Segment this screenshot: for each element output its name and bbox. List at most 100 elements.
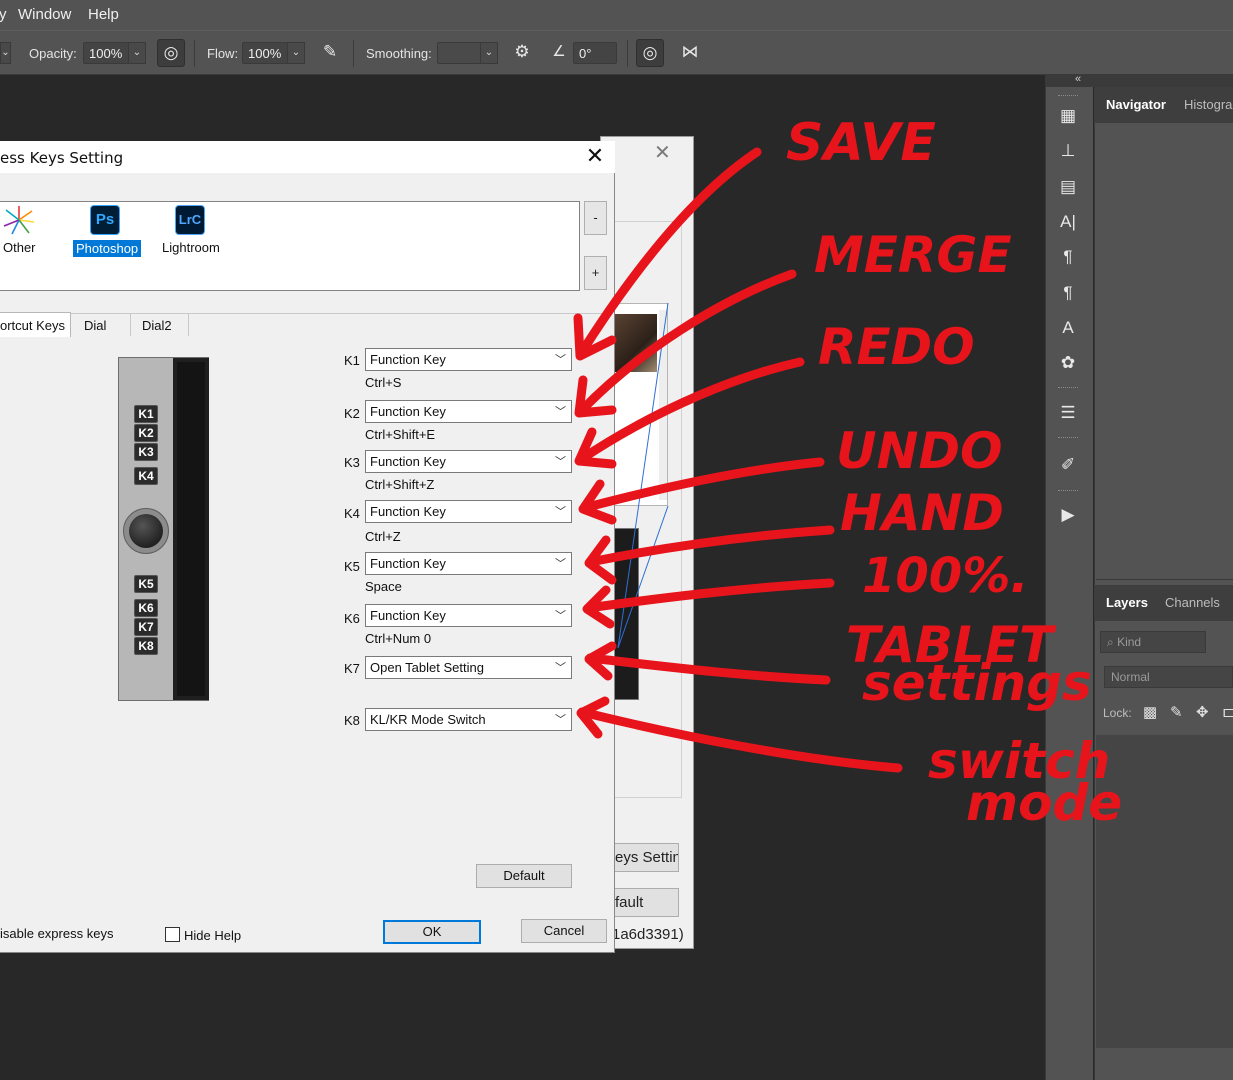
key-action-value: Function Key: [370, 404, 446, 419]
hide-help-label[interactable]: Hide Help: [184, 928, 241, 943]
adjustments-sliders-icon[interactable]: ☰: [1055, 401, 1081, 425]
flow-label: Flow:: [207, 46, 239, 61]
key-label-k8: K8: [344, 713, 360, 728]
lightroom-app-icon[interactable]: LrC: [175, 205, 205, 235]
cancel-button[interactable]: Cancel: [521, 919, 607, 943]
device-id-text: 1a6d3391): [612, 926, 684, 943]
blend-mode-dropdown[interactable]: Normal: [1104, 666, 1233, 688]
ok-button[interactable]: OK: [383, 920, 481, 944]
key-action-select-k7[interactable]: Open Tablet Setting ﹀: [365, 656, 572, 679]
symmetry-butterfly-icon[interactable]: ⋈: [676, 39, 704, 67]
table-grid-icon[interactable]: ▤: [1055, 175, 1081, 199]
actions-play-icon[interactable]: ▶: [1055, 503, 1081, 527]
strip-grip: [1058, 95, 1078, 97]
key-label-k6: K6: [344, 611, 360, 626]
paragraph-icon[interactable]: ¶: [1055, 245, 1081, 269]
lock-artboard-crop-icon[interactable]: ⊏: [1222, 703, 1233, 721]
note-save: SAVE: [786, 113, 936, 173]
lock-label: Lock:: [1103, 706, 1132, 720]
navigator-tab-bar: Navigator Histogra: [1094, 87, 1233, 123]
key-shortcut-k6: Ctrl+Num 0: [365, 631, 432, 646]
app-photoshop-label[interactable]: Photoshop: [73, 240, 142, 257]
app-lightroom-label[interactable]: Lightroom: [162, 240, 220, 255]
opacity-label: Opacity:: [29, 46, 77, 61]
note-hand: HAND: [840, 484, 1004, 542]
layers-list: [1096, 735, 1233, 1048]
smoothing-dropdown-caret[interactable]: ⌄: [480, 42, 498, 64]
note-tablet: TABLET: [846, 616, 1057, 674]
character-icon[interactable]: A|: [1055, 210, 1081, 234]
hide-help-checkbox[interactable]: [165, 927, 180, 942]
clone-source-stamp-icon[interactable]: ⊥: [1055, 139, 1081, 163]
separator: [353, 40, 354, 67]
options-bar: ⌄ Opacity: 100% ⌄ ◎ Flow: 100% ⌄ ✎ Smoot…: [0, 30, 1233, 75]
chevron-down-icon: ﹀: [555, 406, 566, 418]
lock-position-move-icon[interactable]: ✥: [1196, 703, 1209, 721]
character-styles-icon[interactable]: A: [1055, 316, 1081, 340]
tab-navigator[interactable]: Navigator: [1106, 97, 1166, 112]
layer-filter-kind[interactable]: ⌕ Kind: [1100, 631, 1206, 653]
photoshop-app-icon[interactable]: Ps: [90, 205, 120, 235]
angle-field[interactable]: 0°: [573, 42, 617, 64]
key-label-k5: K5: [344, 559, 360, 574]
opacity-dropdown-caret[interactable]: ⌄: [128, 42, 146, 64]
smoothing-settings-gear-icon[interactable]: ⚙: [508, 39, 536, 67]
tab-shortcut-keys[interactable]: ortcut Keys: [0, 312, 71, 337]
add-app-button[interactable]: +: [584, 256, 607, 290]
collapse-arrow-icon[interactable]: «: [1075, 73, 1081, 85]
flow-field[interactable]: 100%: [242, 42, 288, 64]
chevron-down-icon: ﹀: [555, 456, 566, 468]
tab-dial2[interactable]: Dial2: [131, 314, 189, 336]
key-shortcut-k5: Space: [365, 579, 402, 594]
tab-dial[interactable]: Dial: [72, 314, 131, 336]
note-redo: REDO: [818, 318, 975, 376]
key-action-select-k3[interactable]: Function Key ﹀: [365, 450, 572, 473]
menu-item-window[interactable]: Window: [18, 6, 71, 23]
app-other-label[interactable]: Other: [3, 240, 36, 255]
tablet-device-illustration: K1 K2 K3 K4 K5 K6 K7 K8: [118, 357, 209, 701]
key-action-select-k1[interactable]: Function Key ﹀: [365, 348, 572, 371]
menu-item-view[interactable]: y: [0, 6, 7, 23]
lock-pixels-brush-icon[interactable]: ✎: [1170, 703, 1183, 721]
flow-dropdown-caret[interactable]: ⌄: [287, 42, 305, 64]
express-keys-setting-button[interactable]: eys Settin: [612, 843, 679, 872]
key-action-select-k5[interactable]: Function Key ﹀: [365, 552, 572, 575]
chevron-down-icon: ﹀: [555, 610, 566, 622]
brush-settings-icon[interactable]: ✐: [1055, 453, 1081, 477]
chevron-down-icon: ﹀: [555, 714, 566, 726]
device-key-k7: K7: [134, 618, 158, 636]
key-action-select-k8[interactable]: KL/KR Mode Switch ﹀: [365, 708, 572, 731]
paragraph-styles-icon[interactable]: ¶: [1055, 281, 1081, 305]
key-action-value: Open Tablet Setting: [370, 660, 484, 675]
tab-channels[interactable]: Channels: [1165, 595, 1220, 610]
device-key-k8: K8: [134, 637, 158, 655]
pressure-size-icon[interactable]: ◎: [636, 39, 664, 67]
mode-dropdown-caret[interactable]: ⌄: [0, 42, 11, 64]
key-shortcut-k3: Ctrl+Shift+Z: [365, 477, 435, 492]
key-action-select-k2[interactable]: Function Key ﹀: [365, 400, 572, 423]
key-action-select-k4[interactable]: Function Key ﹀: [365, 500, 572, 523]
mapping-lines: [617, 303, 669, 649]
key-action-value: Function Key: [370, 608, 446, 623]
airbrush-icon[interactable]: ✎: [316, 39, 344, 67]
back-window-close-icon[interactable]: ✕: [654, 140, 671, 165]
tab-histogram[interactable]: Histogra: [1184, 97, 1232, 112]
swatches-palette-icon[interactable]: ✿: [1055, 351, 1081, 375]
panel-collapse-bar[interactable]: «: [1045, 73, 1233, 87]
lock-transparent-icon[interactable]: ▩: [1143, 703, 1157, 721]
note-undo: UNDO: [836, 422, 1002, 480]
pressure-opacity-icon[interactable]: ◎: [157, 39, 185, 67]
key-action-select-k6[interactable]: Function Key ﹀: [365, 604, 572, 627]
disable-express-keys-label[interactable]: isable express keys: [0, 926, 113, 941]
device-key-k1: K1: [134, 405, 158, 423]
libraries-icon[interactable]: ▦: [1055, 104, 1081, 128]
menu-item-help[interactable]: Help: [88, 6, 119, 23]
dialog-close-icon[interactable]: ✕: [584, 144, 606, 168]
back-default-button[interactable]: fault: [612, 888, 679, 917]
opacity-field[interactable]: 100%: [83, 42, 129, 64]
remove-app-button[interactable]: -: [584, 201, 607, 235]
smoothing-field[interactable]: [437, 42, 481, 64]
default-button[interactable]: Default: [476, 864, 572, 888]
tab-layers[interactable]: Layers: [1106, 595, 1148, 610]
starburst-icon[interactable]: [3, 205, 35, 235]
